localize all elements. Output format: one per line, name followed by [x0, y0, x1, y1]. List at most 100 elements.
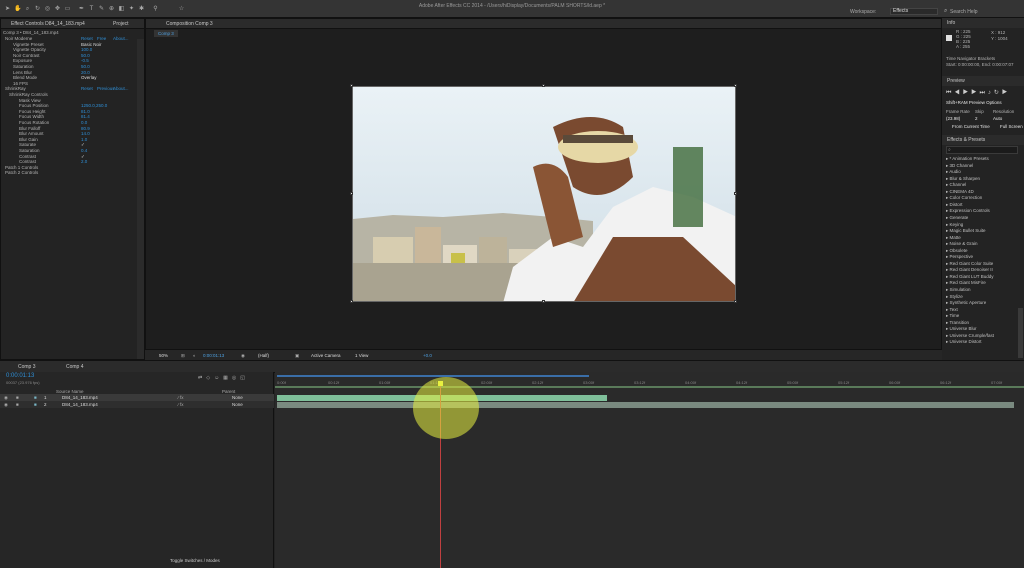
preview-options[interactable]: Shift+RAM Preview Options: [946, 100, 1002, 106]
effects-scrollbar[interactable]: [1018, 308, 1023, 358]
magnification-select[interactable]: 50%: [159, 353, 168, 358]
tab-effects-presets[interactable]: Effects & Presets: [947, 137, 985, 143]
last-frame-icon[interactable]: ⏭: [979, 90, 987, 96]
tab-preview[interactable]: Preview: [947, 78, 965, 84]
scrollbar[interactable]: [137, 39, 144, 359]
effect-category[interactable]: ▸ Magic Bullet Suite: [946, 228, 986, 234]
effect-category[interactable]: ▸ CINEMA 4D: [946, 189, 974, 195]
frame-handle-mr[interactable]: [734, 192, 737, 195]
comp-navigator-button[interactable]: Comp 3: [154, 30, 178, 37]
view-layout-select[interactable]: 1 View: [355, 353, 368, 358]
resolution-select[interactable]: (Half): [258, 353, 269, 358]
pan-behind-tool-icon[interactable]: ✥: [54, 6, 61, 13]
solo-icon[interactable]: ■: [16, 401, 19, 408]
frame-handle-bc[interactable]: [542, 300, 545, 303]
frame-handle-ml[interactable]: [350, 192, 353, 195]
frame-rate-select[interactable]: (23.98): [946, 116, 960, 122]
work-area-bar[interactable]: [277, 375, 589, 377]
rotate-tool-icon[interactable]: ↻: [34, 6, 41, 13]
star-icon[interactable]: ☆: [178, 6, 185, 13]
fx-switch-icon[interactable]: ⁄ fx: [178, 394, 184, 401]
effect-category[interactable]: ▸ Simulation: [946, 287, 971, 293]
tab-project[interactable]: Project: [113, 21, 129, 27]
effect-category[interactable]: ▸ Audio: [946, 169, 961, 175]
prev-frame-icon[interactable]: ◀: [954, 90, 962, 96]
eye-icon[interactable]: ◉: [4, 401, 8, 408]
workspace-select[interactable]: Effects: [890, 8, 938, 15]
solo-icon[interactable]: ■: [16, 394, 19, 401]
loop-icon[interactable]: ↻: [994, 90, 1002, 96]
effect-category[interactable]: ▸ Perspective: [946, 254, 973, 260]
tab-comp3[interactable]: Comp 3: [18, 364, 36, 370]
effect-category[interactable]: ▸ Universe Crumple/fast: [946, 333, 994, 339]
effect-category[interactable]: ▸ Generate: [946, 215, 968, 221]
effect-category[interactable]: ▸ Red Giant Color Suite: [946, 261, 993, 267]
effect-category[interactable]: ▸ Expression Controls: [946, 208, 990, 214]
effect-category[interactable]: ▸ Synthetic Aperture: [946, 300, 986, 306]
parent-select[interactable]: None: [232, 394, 243, 401]
hand-tool-icon[interactable]: ✋: [14, 6, 21, 13]
camera-select[interactable]: Active Camera: [311, 353, 341, 358]
composition-frame[interactable]: [352, 86, 736, 302]
skip-select[interactable]: 2: [975, 116, 978, 122]
frame-blending-icon[interactable]: ▦: [223, 375, 232, 381]
roto-tool-icon[interactable]: ✦: [128, 6, 135, 13]
layer-row[interactable]: ◉ ■ ■ 1 D84_14_183.mp4 ⁄ fx None: [0, 394, 274, 401]
fx-switch-icon[interactable]: ⁄ fx: [178, 401, 184, 408]
effect-category[interactable]: ▸ Obsolete: [946, 248, 968, 254]
effect-category[interactable]: ▸ Matte: [946, 235, 961, 241]
effect-link[interactable]: About...: [113, 36, 129, 42]
graph-editor-icon[interactable]: ◱: [240, 375, 249, 381]
patch-row[interactable]: Patch 2 Controls: [5, 170, 38, 176]
region-of-interest-icon[interactable]: ▣: [295, 353, 299, 359]
brush-tool-icon[interactable]: ✎: [98, 6, 105, 13]
frame-handle-tl[interactable]: [350, 84, 353, 87]
search-help-input[interactable]: Search Help: [950, 9, 978, 15]
type-tool-icon[interactable]: T: [88, 6, 95, 13]
tab-effect-controls[interactable]: Effect Controls D84_14_183.mp4: [11, 21, 85, 27]
effect-link[interactable]: About...: [113, 86, 129, 92]
timeline-timecode[interactable]: 0:00:01:13: [6, 373, 34, 379]
camera-tool-icon[interactable]: ◎: [44, 6, 51, 13]
selection-tool-icon[interactable]: ➤: [4, 6, 11, 13]
puppet-tool-icon[interactable]: ✱: [138, 6, 145, 13]
effect-category[interactable]: ▸ Time: [946, 313, 959, 319]
layer-row[interactable]: ◉ ■ ■ 2 D84_14_183.mp4 ⁄ fx None: [0, 401, 274, 408]
tab-comp4[interactable]: Comp 4: [66, 364, 84, 370]
frame-handle-bl[interactable]: [350, 300, 353, 303]
exposure-value[interactable]: +0.0: [423, 353, 432, 358]
current-time-display[interactable]: 0:00:01:13: [203, 353, 224, 358]
comp-mini-flowchart-icon[interactable]: ⇄: [198, 375, 206, 381]
layer-name[interactable]: D84_14_183.mp4: [62, 401, 98, 408]
from-current-time-checkbox[interactable]: From Current Time: [952, 124, 990, 130]
tab-composition[interactable]: Composition Comp 3: [166, 21, 213, 27]
label-color-icon[interactable]: ■: [34, 394, 37, 401]
full-screen-checkbox[interactable]: Full Screen: [1000, 124, 1023, 130]
hide-shy-icon[interactable]: ☺: [214, 375, 223, 381]
toggle-switches-modes[interactable]: Toggle Switches / Modes: [170, 558, 220, 563]
eraser-tool-icon[interactable]: ◧: [118, 6, 125, 13]
effect-category[interactable]: ▸ Transition: [946, 320, 969, 326]
play-icon[interactable]: ▶: [963, 90, 971, 96]
layer-name[interactable]: D84_14_183.mp4: [62, 394, 98, 401]
param-row-value[interactable]: 2.0: [81, 159, 87, 165]
effect-category[interactable]: ▸ Universe Blur: [946, 326, 977, 332]
effects-search-input[interactable]: ⌕: [946, 146, 1018, 154]
effect-category[interactable]: ▸ Blur & Sharpen: [946, 176, 980, 182]
effect-category[interactable]: ▸ Universe Distort: [946, 339, 982, 345]
effect-category[interactable]: ▸ * Animation Presets: [946, 156, 989, 162]
effect-category[interactable]: ▸ Noise & Grain: [946, 241, 978, 247]
pen-tool-icon[interactable]: ✒: [78, 6, 85, 13]
ram-preview-icon[interactable]: ▶: [1002, 90, 1010, 96]
zoom-tool-icon[interactable]: ⌕: [24, 6, 31, 13]
effect-category[interactable]: ▸ Distort: [946, 202, 963, 208]
effect-category[interactable]: ▸ Red Giant Denoiser II: [946, 267, 993, 273]
grid-icon[interactable]: ⊞: [181, 353, 185, 359]
puppet-pin-icon[interactable]: ⚲: [152, 6, 159, 13]
effect-link[interactable]: Reset: [81, 86, 93, 92]
effect-category[interactable]: ▸ 3D Channel: [946, 163, 973, 169]
frame-handle-tc[interactable]: [542, 84, 545, 87]
effect-category[interactable]: ▸ Stylize: [946, 294, 963, 300]
mask-icon[interactable]: ◐: [193, 353, 196, 358]
frame-handle-br[interactable]: [734, 300, 737, 303]
